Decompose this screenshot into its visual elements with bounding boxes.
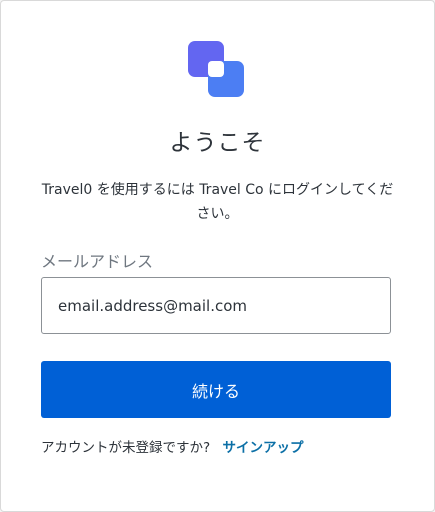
page-title: ようこそ (169, 130, 266, 156)
email-label: メールアドレス (41, 252, 154, 271)
signup-prompt: アカウントが未登録ですか? (41, 440, 211, 456)
continue-button[interactable]: 続ける (41, 361, 391, 418)
login-card: ようこそ Travel0 を使用するには Travel Co にログインしてくだ… (0, 0, 435, 512)
signup-row: アカウントが未登録ですか? サインアップ (41, 436, 303, 456)
email-field[interactable] (41, 277, 391, 334)
overlapping-squares-logo-icon (188, 41, 244, 97)
signup-link[interactable]: サインアップ (222, 440, 303, 456)
login-subtitle: Travel0 を使用するには Travel Co にログインしてください。 (41, 182, 394, 222)
